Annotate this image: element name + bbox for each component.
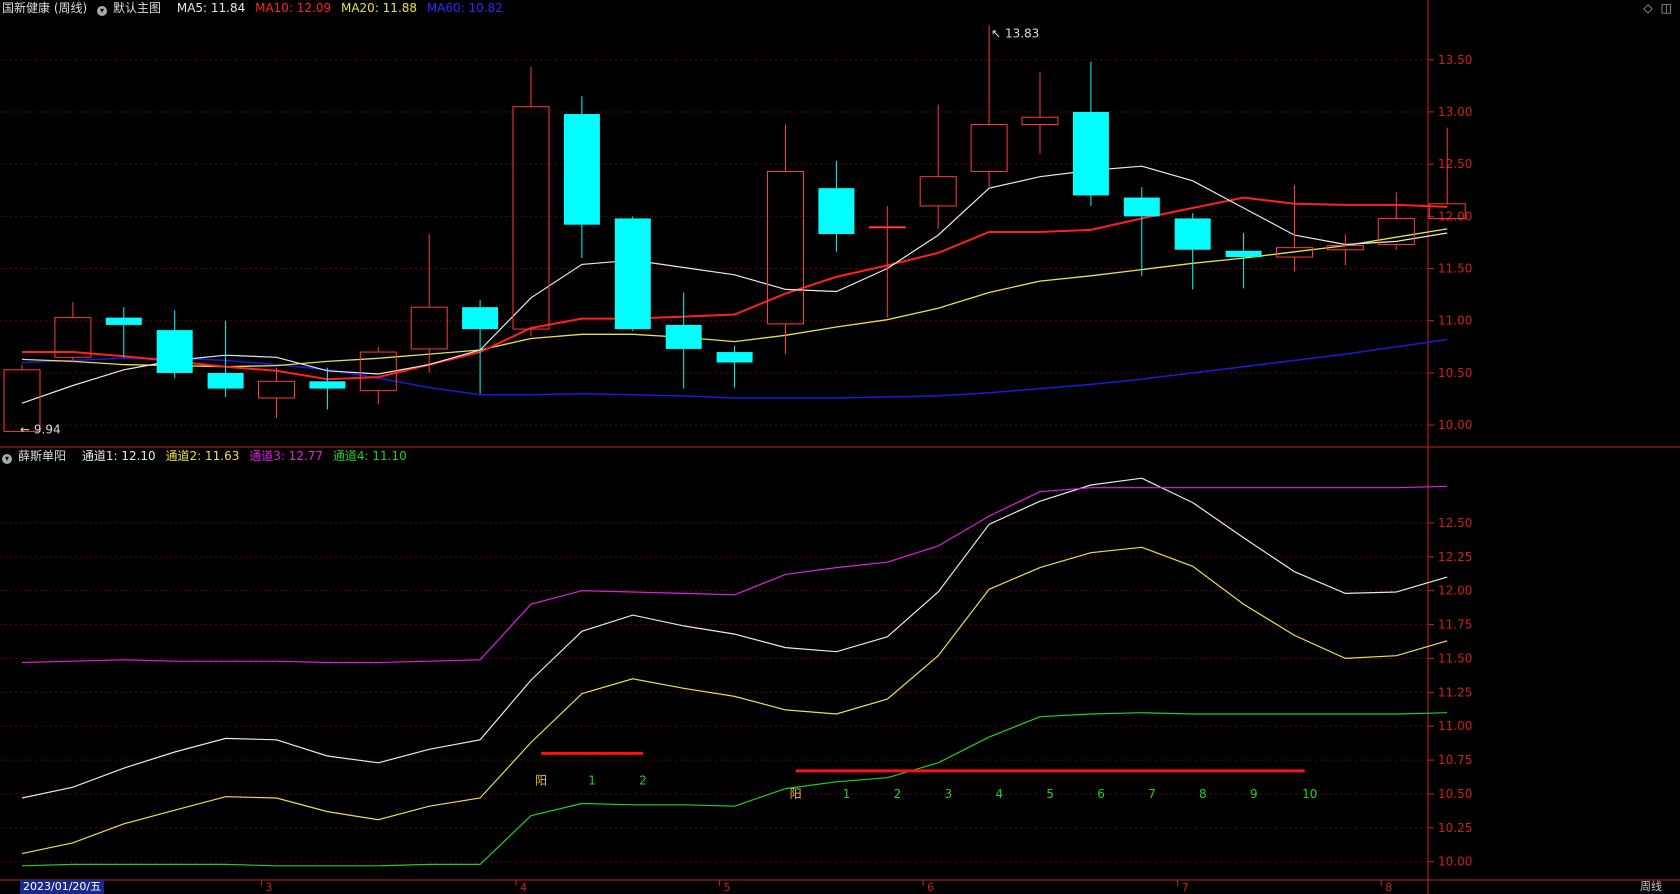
candle-body-down <box>309 381 346 389</box>
candle-body-up <box>512 106 550 330</box>
signal-count-label: 7 <box>1148 787 1156 801</box>
candle-body-down <box>1174 218 1211 250</box>
main-chart-header: 国新健康 (周线) ▾ 默认主图 MA5: 11.84 MA10: 12.09 M… <box>2 0 509 16</box>
diamond-icon[interactable]: ◇ <box>1643 1 1652 15</box>
x-tick-label: 3 <box>266 881 273 894</box>
candle-body-up <box>767 170 804 325</box>
x-tick-label: 8 <box>1385 881 1392 894</box>
signal-count-label: 1 <box>588 773 596 787</box>
signal-count-label: 2 <box>639 773 647 787</box>
x-tick-label: 7 <box>1182 881 1189 894</box>
signal-start-label: 阳 <box>535 773 547 787</box>
channel2-readout: 通道2: 11.63 <box>165 449 240 463</box>
candle-body-down <box>1123 197 1160 217</box>
candle-body-down <box>207 372 244 389</box>
channel1-readout: 通道1: 12.10 <box>81 449 156 463</box>
candle-body-down <box>716 352 753 363</box>
channel-tick-label: 11.25 <box>1438 685 1472 699</box>
signal-count-label: 8 <box>1199 787 1207 801</box>
channel-tick-label: 10.75 <box>1438 753 1472 767</box>
candle-body-down <box>462 307 499 330</box>
indicator-name: 薛斯单阳 <box>18 449 67 463</box>
ma60-readout: MA60: 10.82 <box>426 1 503 15</box>
main-chart-selector[interactable]: ▾ 默认主图 <box>97 1 167 16</box>
chevron-down-icon[interactable]: ▾ <box>2 454 12 464</box>
channel3-readout: 通道3: 12.77 <box>249 449 324 463</box>
price-tick-label: 11.50 <box>1438 262 1472 276</box>
chart-stage[interactable]: 10.00 10.50 11.00 11.50 12.00 12.50 13.00 13.50… <box>0 0 1680 894</box>
ma5-readout: MA5: 11.84 <box>176 1 246 15</box>
candle-body-down <box>614 218 651 330</box>
channel-tick-label: 11.75 <box>1438 618 1472 632</box>
price-tick-label: 12.50 <box>1438 157 1472 171</box>
price-tick-label: 13.00 <box>1438 105 1472 119</box>
price-tick-label: 10.00 <box>1438 418 1472 432</box>
signal-count-label: 5 <box>1046 787 1054 801</box>
x-tick-label: 6 <box>927 881 934 894</box>
price-tick-label: 13.50 <box>1438 53 1472 67</box>
channel-tick-label: 10.00 <box>1438 855 1472 869</box>
chevron-down-icon[interactable]: ▾ <box>97 6 108 16</box>
channel2-line <box>21 546 1448 855</box>
ma10-readout: MA10: 12.09 <box>255 1 332 15</box>
x-tick-label: 4 <box>520 881 527 894</box>
channel-tick-label: 12.50 <box>1438 516 1472 530</box>
high-price-label: ↖ 13.83 <box>991 26 1039 40</box>
candle-body-up <box>1021 116 1059 125</box>
candle-body-down <box>818 188 855 235</box>
signal-count-label: 10 <box>1302 787 1317 801</box>
window-toolbar: ◇ ◫ <box>1635 1 1672 15</box>
signal-count-label: 4 <box>995 787 1003 801</box>
channel-tick-label: 12.00 <box>1438 584 1472 598</box>
signal-count-label: 2 <box>894 787 902 801</box>
signal-count-label: 3 <box>945 787 953 801</box>
candle-body-down <box>1225 250 1262 258</box>
indicator-selector[interactable]: ▾ 薛斯单阳 <box>2 449 72 464</box>
channel-tick-label: 12.25 <box>1438 550 1472 564</box>
signal-count-label: 9 <box>1250 787 1258 801</box>
window-restore-icon[interactable]: ◫ <box>1661 1 1672 15</box>
channel-tick-label: 10.50 <box>1438 787 1472 801</box>
sub-chart-header: ▾ 薛斯单阳 通道1: 12.10 通道2: 11.63 通道3: 12.77 通… <box>2 448 413 464</box>
candle-body-down <box>1072 111 1109 196</box>
candle-body-up <box>258 380 295 399</box>
main-chart-label: 默认主图 <box>113 1 162 15</box>
candle-body-down <box>563 114 600 225</box>
period-label[interactable]: 周线 <box>1640 880 1662 894</box>
price-tick-label: 12.00 <box>1438 209 1472 223</box>
channel-tick-label: 10.25 <box>1438 821 1472 835</box>
channel-tick-label: 11.00 <box>1438 719 1472 733</box>
channel-tick-label: 11.50 <box>1438 651 1472 665</box>
candle-body-down <box>665 324 702 349</box>
channel4-line <box>21 712 1448 867</box>
candle-body-down <box>156 330 193 373</box>
price-tick-label: 11.00 <box>1438 314 1472 328</box>
candle-body-up <box>1377 217 1415 246</box>
low-price-label: ← 9.94 <box>20 422 61 436</box>
channel4-readout: 通道4: 11.10 <box>332 449 407 463</box>
stock-name[interactable]: 国新健康 (周线) <box>2 1 87 15</box>
date-cursor-badge: 2023/01/20/五 <box>20 880 105 894</box>
x-tick-label: 5 <box>724 881 731 894</box>
ma20-readout: MA20: 11.88 <box>340 1 418 15</box>
candle-body-up <box>410 306 448 350</box>
candle-body-up <box>919 176 957 207</box>
signal-start-label: 阳 <box>790 787 802 801</box>
channel1-line <box>21 477 1448 799</box>
signal-count-label: 1 <box>843 787 851 801</box>
price-tick-label: 10.50 <box>1438 366 1472 380</box>
signal-count-label: 6 <box>1097 787 1105 801</box>
channel3-line <box>21 485 1448 664</box>
candle-body-up <box>868 226 906 229</box>
candle-body-down <box>105 317 142 325</box>
